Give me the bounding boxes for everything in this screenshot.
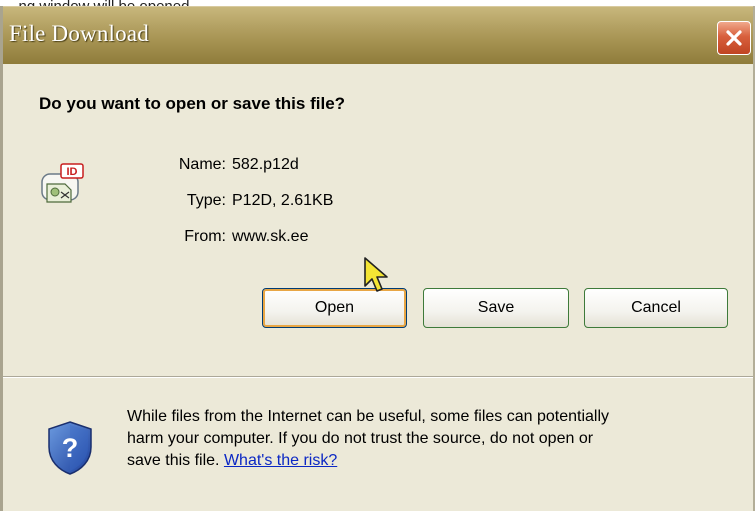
title-bar[interactable]: File Download: [3, 6, 753, 64]
type-value: P12D, 2.61KB: [232, 192, 334, 209]
close-icon: [726, 30, 742, 46]
open-button-label: Open: [314, 299, 355, 316]
open-button[interactable]: Open: [262, 288, 407, 328]
close-button[interactable]: [717, 21, 751, 55]
save-button[interactable]: Save: [423, 288, 569, 328]
type-label: Type:: [186, 192, 226, 209]
file-download-dialog: File Download Do you want to open or sav…: [0, 6, 755, 511]
save-button-label: Save: [477, 299, 515, 316]
id-card-file-icon: ID: [41, 163, 84, 203]
warning-line-2: harm your computer. If you do not trust …: [127, 430, 594, 447]
security-warning: While files from the Internet can be use…: [127, 406, 737, 472]
security-shield-question-icon: ?: [48, 421, 92, 475]
warning-line-1: While files from the Internet can be use…: [127, 408, 610, 425]
window-title: File Download: [9, 21, 149, 46]
svg-text:?: ?: [62, 433, 79, 463]
name-label: Name:: [178, 156, 226, 173]
section-divider: [3, 376, 753, 378]
from-value: www.sk.ee: [232, 228, 309, 245]
info-type-row: Type: P12D, 2.61KB: [155, 192, 334, 210]
info-from-row: From: www.sk.ee: [155, 228, 308, 246]
info-name-row: Name: 582.p12d: [155, 156, 299, 174]
warning-line-3: save this file.: [127, 452, 220, 469]
dialog-question: Do you want to open or save this file?: [39, 94, 346, 113]
cancel-button[interactable]: Cancel: [584, 288, 728, 328]
svg-text:ID: ID: [67, 166, 78, 178]
from-label: From:: [184, 228, 226, 245]
dialog-body: Do you want to open or save this file? I…: [3, 64, 753, 511]
cancel-button-label: Cancel: [631, 299, 681, 316]
name-value: 582.p12d: [232, 156, 299, 173]
whats-the-risk-link[interactable]: What's the risk?: [224, 452, 337, 469]
